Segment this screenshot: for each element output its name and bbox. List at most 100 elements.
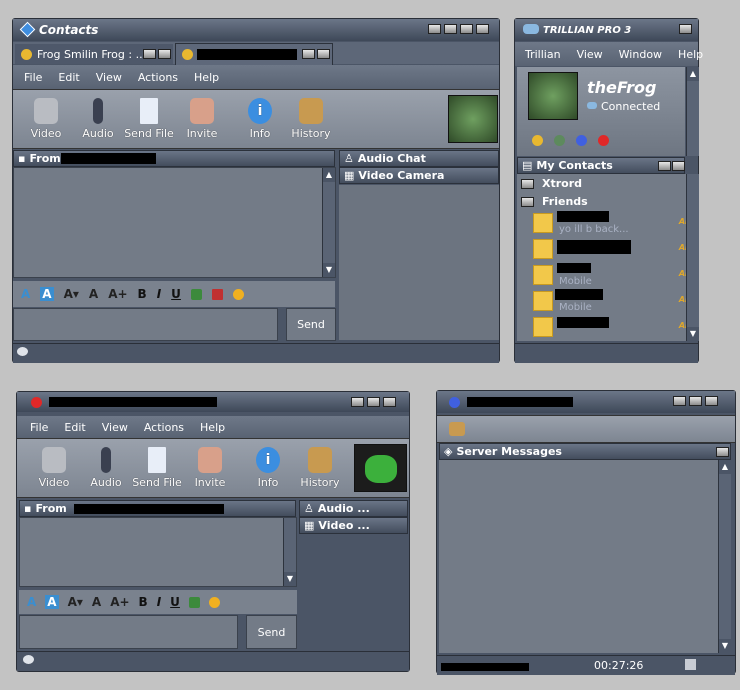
title-bar[interactable]: TRILLIAN PRO 3 [515, 19, 698, 41]
send-file-button[interactable]: Send File [121, 98, 177, 140]
title-bar[interactable]: Contacts [13, 19, 499, 41]
contact-item[interactable]: yo ill b back...AIM [533, 211, 696, 239]
insert-picture-icon[interactable] [211, 288, 223, 300]
font-decrease-button[interactable]: A [92, 595, 101, 609]
title-bar[interactable] [17, 392, 409, 412]
contact-item[interactable]: AIM [533, 237, 696, 265]
server-messages-pane[interactable]: ▲ ▼ [439, 460, 731, 653]
away-status-button[interactable] [532, 135, 543, 146]
send-file-button[interactable]: Send File [129, 447, 185, 489]
maximize-button[interactable] [460, 24, 473, 34]
italic-button[interactable]: I [157, 287, 161, 301]
menu-view[interactable]: View [94, 421, 136, 434]
bold-button[interactable]: B [139, 595, 148, 609]
emoticon-icon[interactable] [232, 288, 244, 300]
menu-actions[interactable]: Actions [136, 421, 192, 434]
insert-image-icon[interactable] [190, 288, 202, 300]
close-button[interactable] [672, 161, 685, 171]
tab-close-button[interactable] [158, 49, 171, 59]
invisible-status-button[interactable] [554, 135, 565, 146]
minimize-button[interactable] [351, 397, 364, 407]
close-button[interactable] [716, 447, 729, 457]
send-button[interactable]: Send [286, 308, 336, 341]
tab-close-button[interactable] [317, 49, 330, 59]
history-button[interactable]: History [283, 98, 339, 140]
font-size-dropdown[interactable]: A▾ [64, 287, 79, 301]
invite-button[interactable]: Invite [174, 98, 230, 140]
group-xtrord[interactable]: Xtrord [521, 177, 582, 190]
menu-actions[interactable]: Actions [130, 71, 186, 84]
contact-item[interactable]: MobileAIM [533, 263, 696, 291]
menu-help[interactable]: Help [186, 71, 227, 84]
minimize-button[interactable] [444, 24, 457, 34]
maximize-button[interactable] [689, 396, 702, 406]
video-button[interactable]: Video [18, 98, 74, 140]
close-button[interactable] [679, 24, 692, 34]
scrollbar[interactable]: ▼ [283, 518, 296, 586]
underline-button[interactable]: U [171, 287, 181, 301]
close-button[interactable] [705, 396, 718, 406]
italic-button[interactable]: I [157, 595, 161, 609]
title-bar[interactable] [437, 391, 735, 413]
tab-frog[interactable]: Frog Smilin Frog : ... [15, 44, 173, 64]
user-avatar[interactable] [528, 72, 578, 120]
font-color-button[interactable]: A [21, 287, 30, 301]
menu-file[interactable]: File [22, 421, 56, 434]
menu-window[interactable]: Window [611, 48, 670, 61]
online-status-button[interactable] [576, 135, 587, 146]
video-button[interactable]: Video [26, 447, 82, 489]
menu-edit[interactable]: Edit [50, 71, 87, 84]
info-button[interactable]: i Info [232, 98, 288, 140]
audio-chat-header[interactable]: ♙ Audio Chat [339, 150, 499, 167]
bold-button[interactable]: B [138, 287, 147, 301]
maximize-button[interactable] [367, 397, 380, 407]
menu-help[interactable]: Help [670, 48, 711, 61]
underline-button[interactable]: U [170, 595, 180, 609]
minimize-button[interactable] [673, 396, 686, 406]
menu-file[interactable]: File [16, 71, 50, 84]
font-decrease-button[interactable]: A [89, 287, 98, 301]
menu-view[interactable]: View [88, 71, 130, 84]
minimize-button[interactable] [658, 161, 671, 171]
history-icon[interactable] [449, 422, 465, 436]
minimize-all-button[interactable] [428, 24, 441, 34]
contact-scrollbar[interactable]: ▼ [686, 174, 699, 341]
font-increase-button[interactable]: A+ [110, 595, 129, 609]
video-camera-header[interactable]: ▦ Video Camera [339, 167, 499, 184]
font-increase-button[interactable]: A+ [108, 287, 127, 301]
profile-scrollbar[interactable]: ▲ [686, 67, 699, 156]
tab-minimize-button[interactable] [143, 49, 156, 59]
font-color-button[interactable]: A [27, 595, 36, 609]
close-button[interactable] [383, 397, 396, 407]
audio-chat-header[interactable]: ♙ Audio ... [299, 500, 408, 517]
scrollbar[interactable]: ▲ ▼ [718, 460, 731, 653]
invite-button[interactable]: Invite [182, 447, 238, 489]
message-history[interactable]: ▲ ▼ [13, 167, 336, 278]
history-button[interactable]: History [292, 447, 348, 489]
group-friends[interactable]: Friends [521, 195, 588, 208]
font-size-dropdown[interactable]: A▾ [68, 595, 83, 609]
menu-help[interactable]: Help [192, 421, 233, 434]
audio-button[interactable]: Audio [70, 98, 126, 140]
tab-active[interactable] [175, 43, 333, 65]
send-button[interactable]: Send [246, 615, 297, 649]
offline-status-button[interactable] [598, 135, 609, 146]
message-input[interactable] [13, 308, 278, 341]
contact-item[interactable]: AIM [533, 315, 696, 343]
message-history[interactable]: ▼ [19, 517, 297, 587]
background-color-button[interactable]: A [40, 287, 54, 301]
emoticon-icon[interactable] [208, 596, 220, 608]
tab-minimize-button[interactable] [302, 49, 315, 59]
scrollbar[interactable]: ▲ ▼ [322, 168, 335, 277]
close-button[interactable] [476, 24, 489, 34]
info-button[interactable]: i Info [240, 447, 296, 489]
menu-trillian[interactable]: Trillian [517, 48, 569, 61]
contact-item[interactable]: MobileAIM [533, 289, 696, 317]
message-input[interactable] [19, 615, 238, 649]
insert-image-icon[interactable] [188, 596, 200, 608]
audio-button[interactable]: Audio [78, 447, 134, 489]
video-camera-header[interactable]: ▦ Video ... [299, 517, 408, 534]
menu-view[interactable]: View [569, 48, 611, 61]
menu-edit[interactable]: Edit [56, 421, 93, 434]
background-color-button[interactable]: A [45, 595, 59, 609]
